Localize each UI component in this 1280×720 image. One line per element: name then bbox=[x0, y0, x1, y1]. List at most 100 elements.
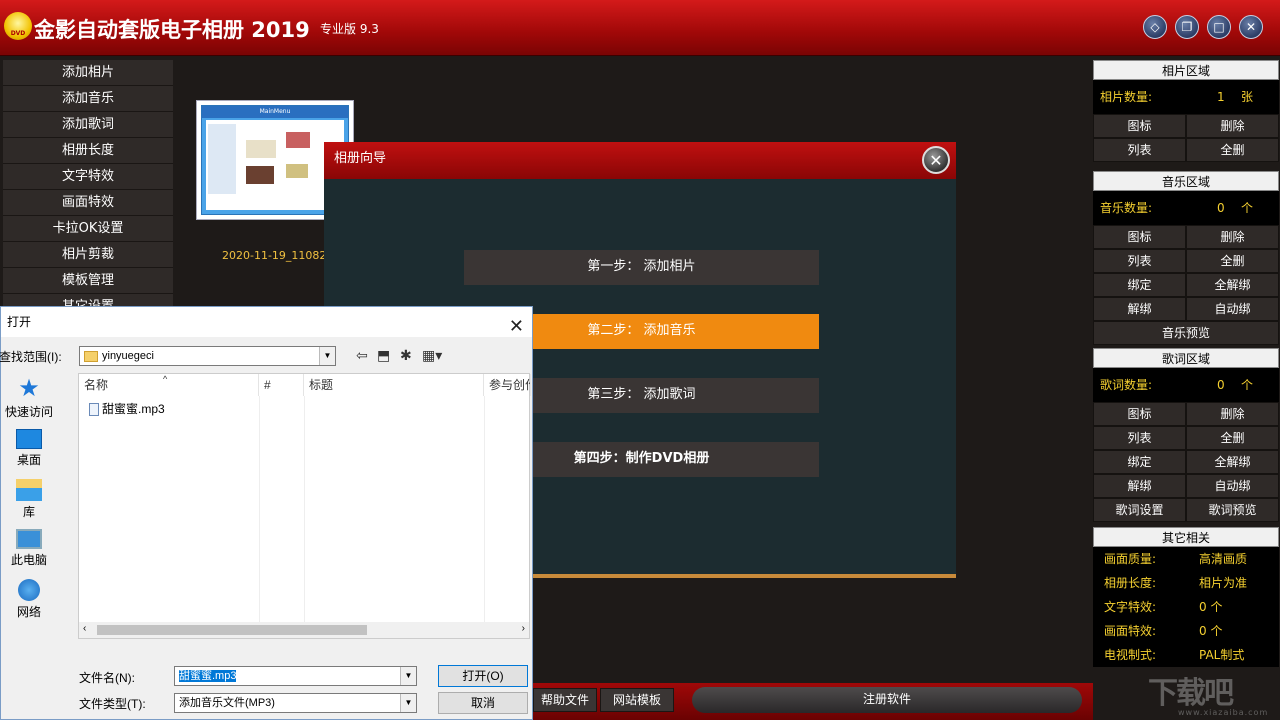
lyrics-preview-button[interactable]: 歌词预览 bbox=[1186, 498, 1279, 522]
horizontal-scrollbar[interactable]: ‹ › bbox=[79, 622, 529, 638]
photo-count-label: 相片数量: bbox=[1100, 90, 1153, 104]
place-library[interactable]: 库 bbox=[1, 479, 57, 520]
menu-add-lyrics[interactable]: 添加歌词 bbox=[3, 112, 173, 138]
look-in-label: 查找范围(I): bbox=[0, 350, 62, 364]
photo-icon-view-button[interactable]: 图标 bbox=[1093, 114, 1186, 138]
photo-delete-button[interactable]: 删除 bbox=[1186, 114, 1279, 138]
menu-template-manage[interactable]: 模板管理 bbox=[3, 268, 173, 294]
place-this-pc[interactable]: 此电脑 bbox=[1, 529, 57, 568]
menu-album-length[interactable]: 相册长度 bbox=[3, 138, 173, 164]
lyrics-auto-bind-button[interactable]: 自动绑 bbox=[1186, 474, 1279, 498]
quality-row[interactable]: 画面质量: 高清画质 bbox=[1093, 547, 1279, 571]
close-icon: ✕ bbox=[929, 150, 943, 170]
star-icon: ★ bbox=[18, 375, 40, 402]
filetype-select[interactable]: 添加音乐文件(MP3) ▼ bbox=[174, 693, 417, 713]
place-quick-access[interactable]: ★ 快速访问 bbox=[1, 377, 57, 420]
place-label: 此电脑 bbox=[10, 553, 47, 567]
album-length-label: 相册长度: bbox=[1104, 576, 1157, 590]
wizard-title: 相册向导 bbox=[334, 151, 387, 166]
picture-effects-value: 0 个 bbox=[1199, 624, 1223, 638]
lyrics-icon-view-button[interactable]: 图标 bbox=[1093, 402, 1186, 426]
maximize-icon: □ bbox=[1213, 20, 1225, 34]
lyrics-settings-button[interactable]: 歌词设置 bbox=[1093, 498, 1186, 522]
scrollbar-thumb[interactable] bbox=[97, 625, 367, 635]
file-list[interactable]: 名称 ^ # 标题 参与创作 甜蜜蜜.mp3 ‹ › bbox=[78, 373, 531, 639]
photo-count-unit: 张 bbox=[1241, 90, 1254, 104]
scroll-right-icon[interactable]: › bbox=[522, 623, 525, 634]
music-auto-bind-button[interactable]: 自动绑 bbox=[1186, 297, 1279, 321]
column-name-label: 名称 bbox=[84, 378, 109, 392]
menu-add-photo[interactable]: 添加相片 bbox=[3, 60, 173, 86]
photo-list-view-button[interactable]: 列表 bbox=[1093, 138, 1186, 162]
look-in-combo[interactable]: yinyuegeci ▼ bbox=[79, 346, 336, 366]
music-count-label: 音乐数量: bbox=[1100, 201, 1153, 215]
open-button[interactable]: 打开(O) bbox=[438, 665, 528, 687]
photo-section-header: 相片区域 bbox=[1093, 60, 1279, 80]
scroll-left-icon[interactable]: ‹ bbox=[83, 623, 86, 634]
help-file-button[interactable]: 帮助文件 bbox=[533, 688, 597, 712]
back-icon[interactable]: ⇦ bbox=[356, 347, 368, 364]
web-templates-button[interactable]: 网站模板 bbox=[600, 688, 674, 712]
music-count-row: 音乐数量: 0 个 bbox=[1093, 191, 1279, 225]
menu-text-effects[interactable]: 文字特效 bbox=[3, 164, 173, 190]
column-name[interactable]: 名称 ^ bbox=[79, 374, 259, 396]
column-number[interactable]: # bbox=[259, 374, 304, 396]
close-button[interactable]: ✕ bbox=[1239, 15, 1263, 39]
lyrics-section-header: 歌词区域 bbox=[1093, 348, 1279, 368]
cancel-button[interactable]: 取消 bbox=[438, 692, 528, 714]
column-contributors[interactable]: 参与创作 bbox=[484, 374, 531, 396]
up-folder-icon[interactable]: ⬒ bbox=[377, 347, 390, 364]
lyrics-delete-button[interactable]: 删除 bbox=[1186, 402, 1279, 426]
menu-add-music[interactable]: 添加音乐 bbox=[3, 86, 173, 112]
music-unbind-button[interactable]: 解绑 bbox=[1093, 297, 1186, 321]
lyrics-list-view-button[interactable]: 列表 bbox=[1093, 426, 1186, 450]
album-length-value: 相片为准 bbox=[1199, 576, 1248, 590]
lyrics-count-unit: 个 bbox=[1241, 378, 1254, 392]
tv-standard-row[interactable]: 电视制式: PAL制式 bbox=[1093, 643, 1279, 667]
music-bind-button[interactable]: 绑定 bbox=[1093, 273, 1186, 297]
music-delete-button[interactable]: 删除 bbox=[1186, 225, 1279, 249]
place-label: 快速访问 bbox=[4, 405, 53, 419]
column-title[interactable]: 标题 bbox=[304, 374, 484, 396]
lyrics-bind-button[interactable]: 绑定 bbox=[1093, 450, 1186, 474]
lyrics-unbind-all-button[interactable]: 全解绑 bbox=[1186, 450, 1279, 474]
place-network[interactable]: 网络 bbox=[1, 579, 57, 620]
place-desktop[interactable]: 桌面 bbox=[1, 429, 57, 468]
text-effects-value: 0 个 bbox=[1199, 600, 1223, 614]
lyrics-count-label: 歌词数量: bbox=[1100, 378, 1153, 392]
file-item[interactable]: 甜蜜蜜.mp3 bbox=[89, 400, 165, 417]
music-preview-button[interactable]: 音乐预览 bbox=[1093, 321, 1279, 345]
restore-button[interactable]: ❐ bbox=[1175, 15, 1199, 39]
music-list-view-button[interactable]: 列表 bbox=[1093, 249, 1186, 273]
music-unbind-all-button[interactable]: 全解绑 bbox=[1186, 273, 1279, 297]
app-version: 专业版 9.3 bbox=[320, 22, 379, 36]
filename-input[interactable]: 甜蜜蜜.mp3 ▼ bbox=[174, 666, 417, 686]
lyrics-unbind-button[interactable]: 解绑 bbox=[1093, 474, 1186, 498]
look-in-value: yinyuegeci bbox=[102, 350, 154, 362]
text-effects-row[interactable]: 文字特效: 0 个 bbox=[1093, 595, 1279, 619]
music-icon-view-button[interactable]: 图标 bbox=[1093, 225, 1186, 249]
chevron-down-icon: ▼ bbox=[319, 347, 335, 365]
right-panel: 相片区域 相片数量: 1 张 图标 删除 列表 全删 音乐区域 音乐数量: 0 … bbox=[1093, 60, 1279, 680]
maximize-button[interactable]: □ bbox=[1207, 15, 1231, 39]
music-delete-all-button[interactable]: 全删 bbox=[1186, 249, 1279, 273]
album-length-row[interactable]: 相册长度: 相片为准 bbox=[1093, 571, 1279, 595]
view-menu-icon[interactable]: ▦▾ bbox=[422, 347, 442, 364]
tv-standard-value: PAL制式 bbox=[1199, 648, 1245, 662]
lyrics-count-row: 歌词数量: 0 个 bbox=[1093, 368, 1279, 402]
lyrics-delete-all-button[interactable]: 全删 bbox=[1186, 426, 1279, 450]
skin-button[interactable]: ◇ bbox=[1143, 15, 1167, 39]
lyrics-count: 0 bbox=[1217, 378, 1225, 392]
photo-count-row: 相片数量: 1 张 bbox=[1093, 80, 1279, 114]
register-button[interactable]: 注册软件 bbox=[692, 687, 1082, 713]
wizard-close-button[interactable]: ✕ bbox=[922, 146, 950, 174]
dialog-titlebar: 打开 ✕ bbox=[1, 307, 532, 337]
menu-photo-crop[interactable]: 相片剪裁 bbox=[3, 242, 173, 268]
menu-picture-effects[interactable]: 画面特效 bbox=[3, 190, 173, 216]
wizard-step-1[interactable]: 第一步： 添加相片 bbox=[464, 250, 819, 285]
picture-effects-row[interactable]: 画面特效: 0 个 bbox=[1093, 619, 1279, 643]
new-folder-icon[interactable]: ✱ bbox=[400, 347, 412, 364]
dialog-close-icon[interactable]: ✕ bbox=[509, 311, 524, 341]
photo-delete-all-button[interactable]: 全删 bbox=[1186, 138, 1279, 162]
menu-karaoke-settings[interactable]: 卡拉OK设置 bbox=[3, 216, 173, 242]
